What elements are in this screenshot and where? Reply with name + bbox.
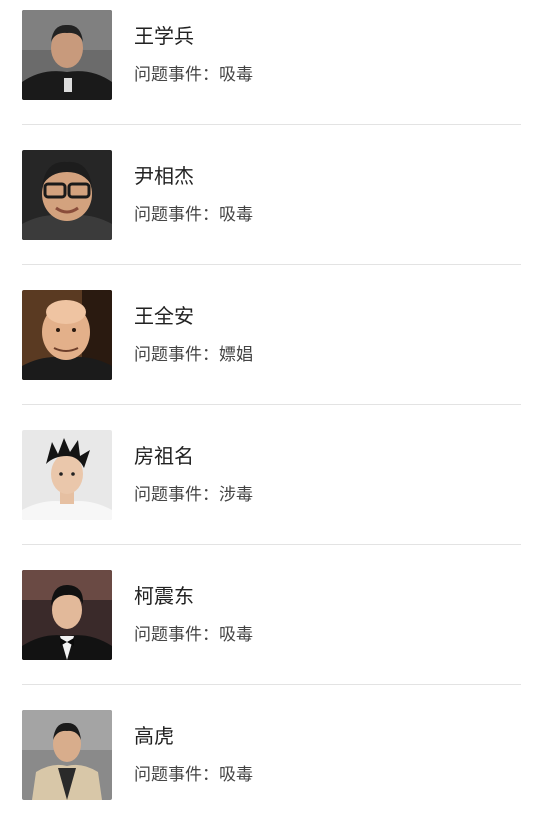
issue-value: 吸毒 <box>219 625 253 645</box>
issue-text: 问题事件：吸毒 <box>134 202 253 228</box>
person-name: 尹相杰 <box>134 164 194 188</box>
person-name: 王全安 <box>134 304 194 328</box>
avatar <box>22 430 112 520</box>
person-name: 柯震东 <box>134 584 194 608</box>
list-item[interactable]: 柯震东 问题事件：吸毒 <box>0 560 539 700</box>
list-item[interactable]: 房祖名 问题事件：涉毒 <box>0 420 539 560</box>
issue-label: 问题事件： <box>134 205 219 225</box>
issue-text: 问题事件：涉毒 <box>134 482 253 508</box>
issue-value: 嫖娼 <box>219 345 253 365</box>
issue-label: 问题事件： <box>134 765 219 785</box>
issue-text: 问题事件：嫖娼 <box>134 342 253 368</box>
issue-label: 问题事件： <box>134 65 219 85</box>
avatar <box>22 10 112 100</box>
issue-text: 问题事件：吸毒 <box>134 762 253 788</box>
divider <box>22 684 521 685</box>
list-item[interactable]: 王全安 问题事件：嫖娼 <box>0 280 539 420</box>
person-name: 高虎 <box>134 724 174 748</box>
issue-label: 问题事件： <box>134 485 219 505</box>
person-name: 房祖名 <box>134 444 194 468</box>
issue-text: 问题事件：吸毒 <box>134 62 253 88</box>
issue-label: 问题事件： <box>134 625 219 645</box>
list-item[interactable]: 尹相杰 问题事件：吸毒 <box>0 140 539 280</box>
avatar <box>22 710 112 800</box>
person-list: 王学兵 问题事件：吸毒 尹相杰 问题事件：吸毒 王全安 问题事件：嫖娼 房祖名 … <box>0 0 539 809</box>
person-name: 王学兵 <box>134 24 194 48</box>
issue-value: 吸毒 <box>219 765 253 785</box>
avatar <box>22 290 112 380</box>
issue-label: 问题事件： <box>134 345 219 365</box>
issue-value: 吸毒 <box>219 205 253 225</box>
list-item[interactable]: 王学兵 问题事件：吸毒 <box>0 0 539 140</box>
avatar <box>22 150 112 240</box>
issue-text: 问题事件：吸毒 <box>134 622 253 648</box>
issue-value: 涉毒 <box>219 485 253 505</box>
avatar <box>22 570 112 660</box>
issue-value: 吸毒 <box>219 65 253 85</box>
divider <box>22 124 521 125</box>
divider <box>22 264 521 265</box>
divider <box>22 544 521 545</box>
list-item[interactable]: 高虎 问题事件：吸毒 <box>0 700 539 840</box>
divider <box>22 404 521 405</box>
